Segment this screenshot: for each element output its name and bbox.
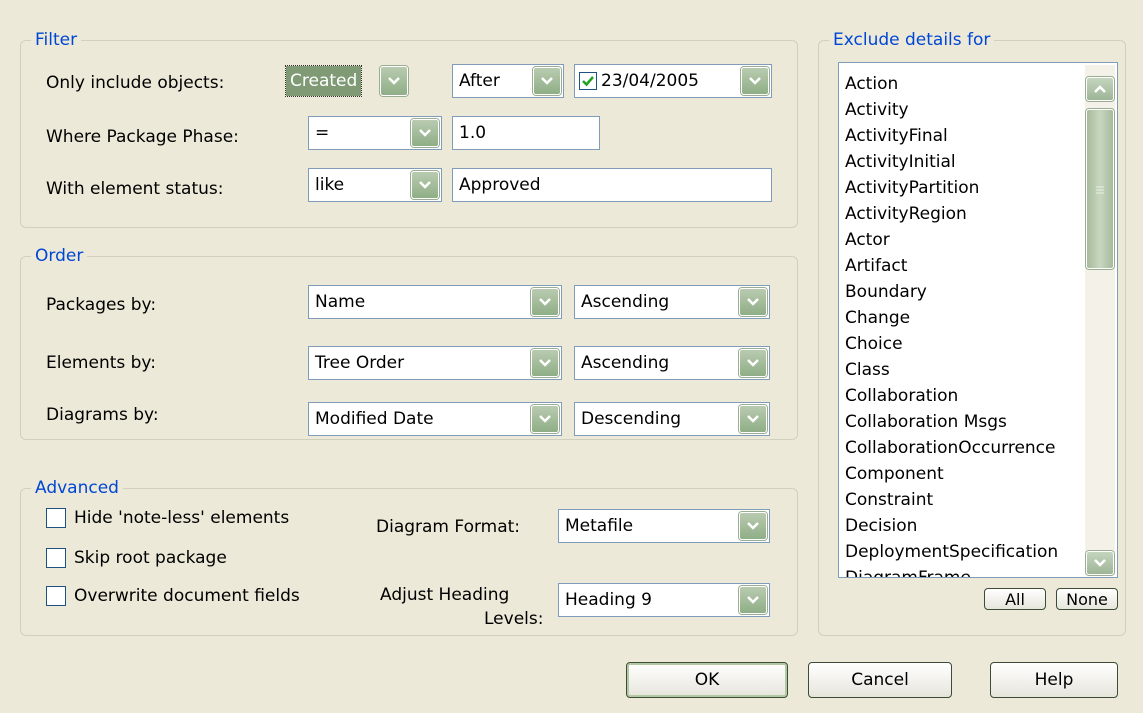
after-select-value: After (459, 71, 500, 91)
exclude-details-list[interactable]: Action Activity ActivityFinal ActivityIniti… (838, 62, 1118, 578)
scroll-thumb[interactable] (1086, 109, 1114, 269)
list-item[interactable]: Action (845, 71, 1083, 97)
phase-operator-select[interactable]: = (308, 116, 442, 150)
elements-by-select[interactable]: Tree Order (308, 346, 562, 380)
created-select[interactable]: Created (284, 64, 410, 98)
packages-by-select[interactable]: Name (308, 285, 562, 319)
list-item[interactable]: ActivityRegion (845, 201, 1083, 227)
chevron-down-icon[interactable] (531, 288, 559, 316)
list-item[interactable]: DeploymentSpecification (845, 539, 1083, 565)
packages-by-value: Name (315, 292, 366, 312)
list-item[interactable]: Decision (845, 513, 1083, 539)
packages-direction-select[interactable]: Ascending (574, 285, 770, 319)
skip-root-label: Skip root package (74, 548, 227, 568)
date-enabled-checkbox[interactable] (579, 72, 597, 90)
created-select-value: Created (284, 65, 363, 97)
exclude-group-title: Exclude details for (829, 29, 995, 51)
list-item[interactable]: Actor (845, 227, 1083, 253)
status-value-input[interactable]: Approved (452, 168, 772, 202)
list-item[interactable]: Boundary (845, 279, 1083, 305)
chevron-down-icon[interactable] (739, 288, 767, 316)
list-item[interactable]: CollaborationOccurrence (845, 435, 1083, 461)
filter-group-title: Filter (31, 29, 82, 51)
phase-value-input[interactable]: 1.0 (452, 116, 600, 150)
checkmark-icon (582, 76, 594, 87)
diagram-format-select[interactable]: Metafile (558, 509, 770, 543)
overwrite-fields-label: Overwrite document fields (74, 586, 300, 606)
list-item[interactable]: Class (845, 357, 1083, 383)
diagrams-by-select[interactable]: Modified Date (308, 402, 562, 436)
elements-direction-select[interactable]: Ascending (574, 346, 770, 380)
scroll-down-icon[interactable] (1086, 551, 1114, 575)
chevron-down-icon[interactable] (411, 171, 439, 199)
skip-root-option[interactable]: Skip root package (46, 548, 227, 568)
list-item[interactable]: Collaboration Msgs (845, 409, 1083, 435)
list-item[interactable]: Artifact (845, 253, 1083, 279)
status-operator-value: like (315, 175, 345, 195)
only-include-label: Only include objects: (46, 73, 225, 93)
select-none-button[interactable]: None (1056, 588, 1118, 610)
element-status-label: With element status: (46, 179, 224, 199)
chevron-down-icon[interactable] (739, 349, 767, 377)
hide-noteless-label: Hide 'note-less' elements (74, 508, 290, 528)
list-item[interactable]: Choice (845, 331, 1083, 357)
ok-button[interactable]: OK (626, 662, 788, 698)
diagrams-by-label: Diagrams by: (46, 405, 159, 425)
scroll-up-icon[interactable] (1086, 77, 1114, 101)
skip-root-checkbox[interactable] (46, 548, 66, 568)
advanced-group-title: Advanced (31, 477, 123, 499)
list-item[interactable]: Constraint (845, 487, 1083, 513)
packages-by-label: Packages by: (46, 295, 157, 315)
calendar-dropdown-icon[interactable] (741, 67, 769, 95)
list-item[interactable]: Activity (845, 97, 1083, 123)
chevron-down-icon[interactable] (739, 586, 767, 614)
elements-by-label: Elements by: (46, 353, 156, 373)
cancel-button[interactable]: Cancel (808, 662, 952, 698)
heading-levels-value: Heading 9 (565, 590, 652, 610)
elements-by-value: Tree Order (315, 353, 405, 373)
overwrite-fields-checkbox[interactable] (46, 586, 66, 606)
diagrams-by-value: Modified Date (315, 409, 434, 429)
list-item[interactable]: ActivityPartition (845, 175, 1083, 201)
date-picker[interactable]: 23/04/2005 (574, 64, 772, 98)
exclude-items-container: Action Activity ActivityFinal ActivityIniti… (845, 71, 1083, 577)
list-item[interactable]: Component (845, 461, 1083, 487)
heading-levels-label-line2: Levels: (484, 609, 544, 629)
order-group-title: Order (31, 245, 88, 267)
exclude-list-scrollbar[interactable] (1085, 65, 1115, 575)
status-operator-select[interactable]: like (308, 168, 442, 202)
heading-levels-select[interactable]: Heading 9 (558, 583, 770, 617)
chevron-down-icon[interactable] (739, 512, 767, 540)
chevron-down-icon[interactable] (380, 66, 408, 96)
date-picker-content: 23/04/2005 (579, 65, 699, 97)
list-item[interactable]: ActivityFinal (845, 123, 1083, 149)
list-item[interactable]: DiagramFrame (845, 565, 1083, 577)
diagram-format-label: Diagram Format: (376, 517, 521, 537)
phase-operator-value: = (315, 123, 330, 143)
chevron-down-icon[interactable] (411, 119, 439, 147)
packages-direction-value: Ascending (581, 292, 670, 312)
elements-direction-value: Ascending (581, 353, 670, 373)
date-value: 23/04/2005 (601, 71, 699, 91)
list-item[interactable]: Collaboration (845, 383, 1083, 409)
diagram-format-value: Metafile (565, 516, 634, 536)
hide-noteless-checkbox[interactable] (46, 508, 66, 528)
chevron-down-icon[interactable] (739, 405, 767, 433)
overwrite-fields-option[interactable]: Overwrite document fields (46, 586, 300, 606)
hide-noteless-option[interactable]: Hide 'note-less' elements (46, 508, 289, 528)
diagrams-direction-value: Descending (581, 409, 682, 429)
select-all-button[interactable]: All (984, 588, 1046, 610)
diagrams-direction-select[interactable]: Descending (574, 402, 770, 436)
after-select[interactable]: After (452, 64, 564, 98)
package-phase-label: Where Package Phase: (46, 127, 239, 147)
list-item[interactable]: Change (845, 305, 1083, 331)
list-item[interactable]: ActivityInitial (845, 149, 1083, 175)
chevron-down-icon[interactable] (531, 405, 559, 433)
heading-levels-label-line1: Adjust Heading (380, 585, 510, 605)
chevron-down-icon[interactable] (531, 349, 559, 377)
chevron-down-icon[interactable] (533, 67, 561, 95)
help-button[interactable]: Help (990, 662, 1118, 698)
